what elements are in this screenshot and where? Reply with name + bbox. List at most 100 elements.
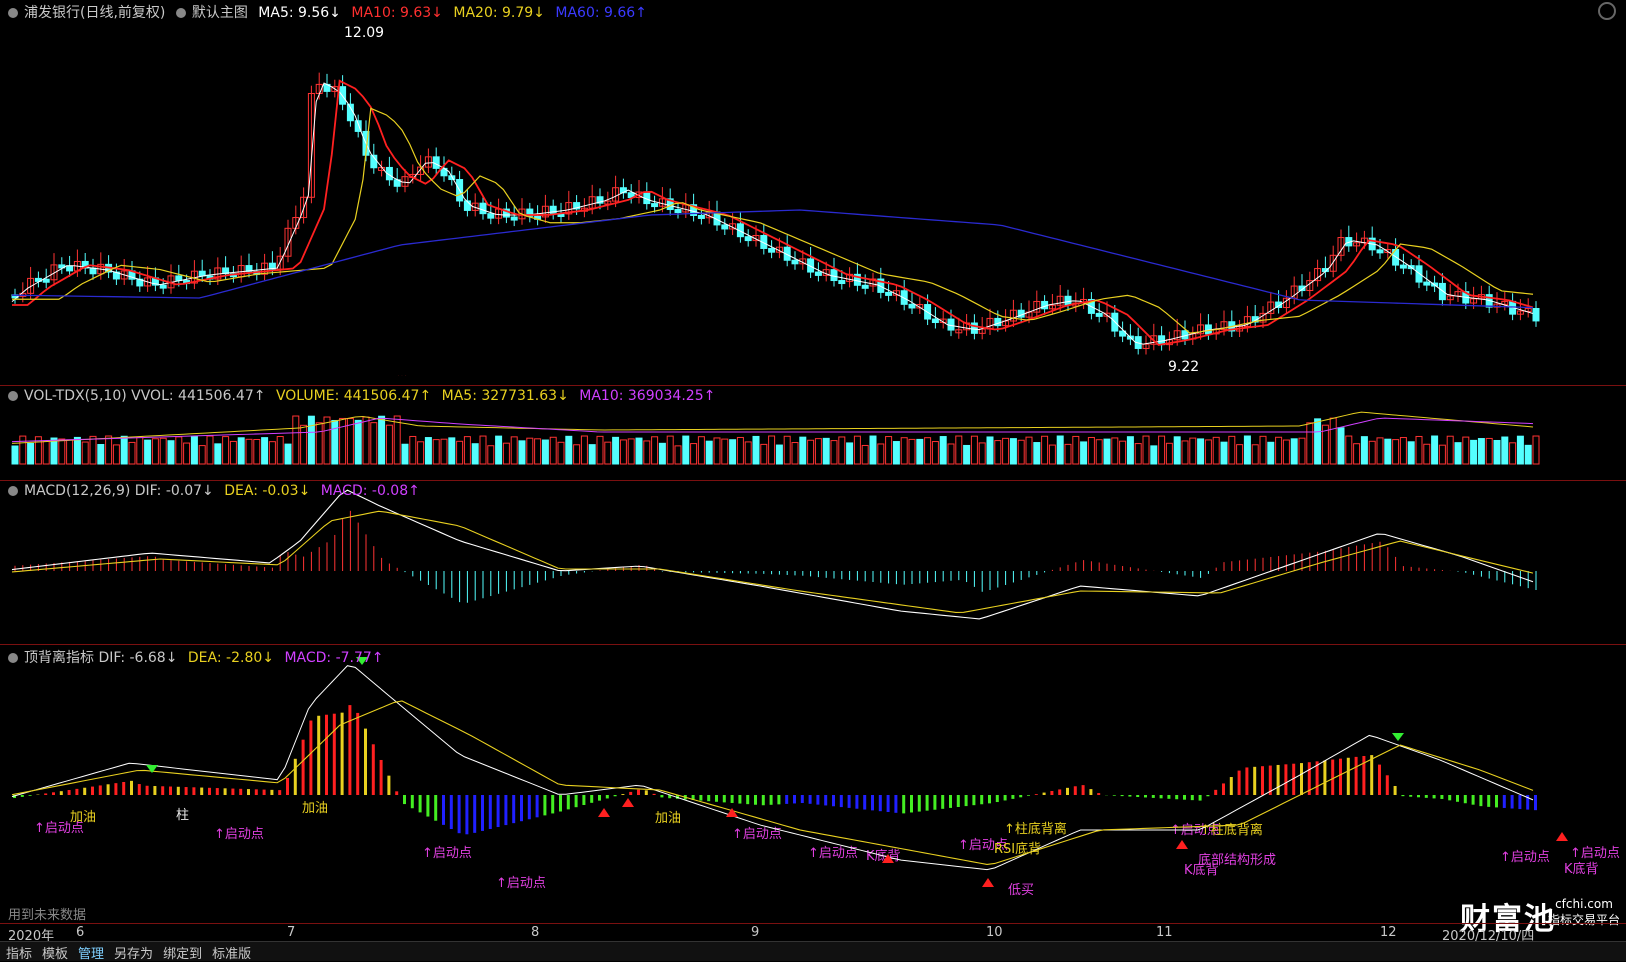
panel-toggle-icon[interactable] <box>8 391 18 401</box>
dif-line <box>12 490 1533 619</box>
volume-bar <box>285 444 291 464</box>
volume-bar <box>558 442 564 464</box>
annotation: 加油 <box>70 810 96 825</box>
axis-month: 6 <box>76 925 84 940</box>
macd-dea-value: DEA: -0.03↓ <box>224 483 310 499</box>
axis-month: 12 <box>1380 925 1397 940</box>
divergence-bar <box>832 795 835 806</box>
volume-bar <box>1260 436 1266 464</box>
divergence-bar <box>1058 789 1061 795</box>
divergence-bar <box>216 788 219 795</box>
volume-bar <box>1377 438 1383 464</box>
volume-bar <box>566 436 572 464</box>
divergence-bar <box>598 795 601 801</box>
macd-panel[interactable]: MACD(12,26,9) DIF: -0.07↓ DEA: -0.03↓ MA… <box>0 481 1626 644</box>
candle-body <box>722 225 728 229</box>
volume-bar <box>1237 445 1243 464</box>
divergence-bar <box>411 795 414 808</box>
divergence-bar <box>21 795 24 797</box>
volume-bar <box>121 436 127 464</box>
divergence-bar <box>1074 786 1077 795</box>
divergence-bar <box>286 778 289 795</box>
divergence-bar <box>1378 765 1381 795</box>
toolbar-standard[interactable]: 标准版 <box>212 943 251 962</box>
divergence-bar <box>809 795 812 804</box>
candlestick-chart[interactable]: 12.09 9.22 增 $ <box>0 0 1626 376</box>
toolbar-bind[interactable]: 绑定到 <box>163 943 202 962</box>
volume-bar <box>1361 437 1367 464</box>
volume-bar <box>59 439 65 464</box>
price-header: 浦发银行(日线,前复权) 默认主图 MA5: 9.56↓ MA10: 9.63↓… <box>8 2 653 22</box>
volume-bar <box>527 438 533 464</box>
candle-body <box>488 214 494 219</box>
volume-bar <box>1393 440 1399 464</box>
candle-body <box>769 248 775 252</box>
divergence-bar <box>504 795 507 825</box>
volume-bar <box>269 442 275 464</box>
toolbar-save-as[interactable]: 另存为 <box>114 943 153 962</box>
divergence-bar <box>848 795 851 808</box>
divergence-bar <box>731 795 734 803</box>
volume-bar <box>488 446 494 464</box>
toolbar-template[interactable]: 模板 <box>42 943 68 962</box>
volume-bar <box>441 439 447 464</box>
bottom-toolbar: 指标模板管理另存为绑定到标准版 <box>0 941 1626 961</box>
preset-toggle-icon[interactable] <box>176 8 186 18</box>
volume-bar <box>106 436 112 464</box>
panel-toggle-icon[interactable] <box>8 653 18 663</box>
volume-bar <box>324 417 330 464</box>
div-macd-value: MACD: -7.77↑ <box>284 650 383 666</box>
volume-bar <box>1244 436 1250 464</box>
volume-bar <box>589 445 595 464</box>
price-panel[interactable]: 浦发银行(日线,前复权) 默认主图 MA5: 9.56↓ MA10: 9.63↓… <box>0 0 1626 376</box>
volume-bar <box>1198 439 1204 464</box>
volume-bar <box>1096 440 1102 464</box>
panel-toggle-icon[interactable] <box>8 8 18 18</box>
macd-chart[interactable] <box>0 481 1626 644</box>
candle-body <box>1533 308 1539 320</box>
divergence-bar <box>887 795 890 812</box>
annotation: K底背 <box>1564 861 1599 877</box>
annotation: 加油 <box>655 811 681 826</box>
divergence-bar <box>536 795 539 817</box>
volume-bar <box>1135 444 1141 464</box>
divergence-bar <box>972 795 975 805</box>
toolbar-manage[interactable]: 管理 <box>78 943 104 962</box>
axis-month: 8 <box>531 925 539 940</box>
volume-panel[interactable]: VOL-TDX(5,10) VVOL: 441506.47↑ VOLUME: 4… <box>0 386 1626 480</box>
divergence-bar <box>473 795 476 833</box>
divergence-bar <box>395 791 398 795</box>
annotation: K底背 <box>1184 862 1219 878</box>
preset-name[interactable]: 默认主图 <box>192 5 248 21</box>
divergence-bar <box>1253 767 1256 795</box>
divergence-bar <box>372 744 375 795</box>
volume-bar <box>176 437 182 464</box>
volume-bar <box>597 436 603 464</box>
volume-bar <box>277 437 283 464</box>
up-triangle-icon <box>622 798 634 807</box>
divergence-bar <box>1097 793 1100 795</box>
divergence-bar <box>309 721 312 795</box>
divergence-bar <box>138 784 141 795</box>
volume-bar <box>1486 438 1492 464</box>
divergence-bar <box>239 789 242 795</box>
divergence-bar <box>403 795 406 804</box>
panel-toggle-icon[interactable] <box>8 486 18 496</box>
divergence-bar <box>1160 795 1163 798</box>
toolbar-indicator[interactable]: 指标 <box>6 943 32 962</box>
divergence-bar <box>29 795 32 796</box>
divergence-bar <box>1277 765 1280 795</box>
divergence-bar <box>793 795 796 803</box>
candle-body <box>839 281 845 284</box>
volume-bar <box>901 438 907 464</box>
divergence-chart[interactable]: ↑启动点 加油 柱 ↑启动点 ↑启动点 ↑启动点 加油 加油 ↑启动点 ↑启动点… <box>0 645 1626 923</box>
volume-bar <box>386 425 392 464</box>
volume-bar <box>1120 441 1126 464</box>
divergence-bar <box>902 795 905 813</box>
annotation: RSI底背 <box>994 841 1041 857</box>
divergence-bar <box>1362 756 1365 795</box>
volume-bar <box>1213 437 1219 464</box>
divergence-bar <box>894 795 897 813</box>
volume-bar <box>1073 436 1079 464</box>
divergence-panel[interactable]: 顶背离指标 DIF: -6.68↓ DEA: -2.80↓ MACD: -7.7… <box>0 645 1626 923</box>
